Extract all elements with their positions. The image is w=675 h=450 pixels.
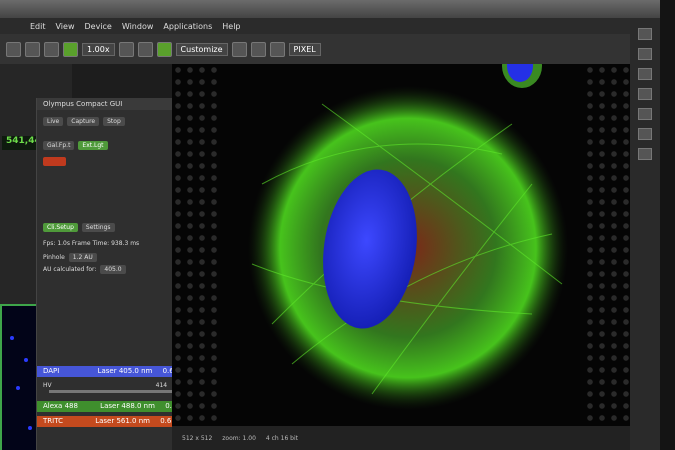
start-scan-button[interactable] — [43, 156, 67, 166]
pixel-button[interactable]: PIXEL — [288, 42, 321, 56]
clip-setup-button[interactable]: Cli.Setup — [43, 222, 78, 232]
customize-icon[interactable] — [156, 41, 172, 57]
channel-laser: Laser 561.0 nm — [95, 417, 150, 425]
acquire-icon[interactable] — [63, 41, 78, 57]
channel-name: DAPI — [43, 367, 60, 375]
channel-value: 0.6 — [160, 417, 172, 425]
refresh-icon[interactable] — [250, 41, 266, 57]
open-icon[interactable] — [6, 41, 21, 57]
hv-value: 414 — [155, 381, 168, 389]
scan-row: Gal.Fp.t Ext.Lgt — [43, 140, 108, 150]
right-toolbar — [630, 18, 660, 450]
tool-icon[interactable] — [638, 48, 652, 60]
channel-icon[interactable] — [137, 41, 153, 57]
capture-button[interactable]: Capture — [67, 116, 100, 126]
au-value[interactable]: 405.0 — [100, 264, 126, 274]
hv-row: HV 414 — [43, 380, 167, 390]
au-label: AU calculated for: — [43, 265, 97, 273]
image-viewer[interactable] — [172, 64, 634, 430]
tool-icon[interactable] — [638, 28, 652, 40]
menu-device[interactable]: Device — [84, 22, 111, 31]
nucleus-dot — [24, 358, 28, 362]
monitor-bezel-right — [660, 0, 675, 450]
zoom-select[interactable]: 1.00x — [82, 42, 115, 56]
customize-menu[interactable]: Customize — [175, 42, 228, 56]
lut-icon[interactable] — [118, 41, 134, 57]
channel-laser: Laser 405.0 nm — [97, 367, 153, 375]
stop-button[interactable]: Stop — [103, 116, 125, 126]
tool-icon[interactable] — [638, 68, 652, 80]
settings-button[interactable]: Settings — [81, 222, 115, 232]
setup-row: Cli.Setup Settings — [43, 222, 115, 232]
menu-view[interactable]: View — [56, 22, 75, 31]
start-row — [43, 156, 67, 166]
pinhole-label: Pinhole — [43, 253, 65, 261]
grid-pattern-left — [172, 64, 222, 430]
nucleus-dot — [10, 336, 14, 340]
image-size: 512 x 512 — [182, 434, 213, 442]
layout-icon[interactable] — [231, 41, 247, 57]
tool-icon[interactable] — [638, 148, 652, 160]
menu-applications[interactable]: Applications — [163, 22, 212, 31]
menu-edit[interactable]: Edit — [30, 22, 46, 31]
toolbar: 1.00x Customize PIXEL — [0, 34, 660, 64]
tool-icon[interactable] — [638, 108, 652, 120]
grid-icon[interactable] — [44, 41, 59, 57]
ext-light-button[interactable]: Ext.Lgt — [78, 140, 108, 150]
pinhole-value[interactable]: 1.2 AU — [68, 252, 97, 262]
frame-info: Fps: 1.0s Frame Time: 938.3 ms — [43, 239, 140, 247]
menu-bar: Edit View Device Window Applications Hel… — [0, 18, 660, 34]
nucleus-dot — [28, 426, 32, 430]
save-icon[interactable] — [25, 41, 40, 57]
status-bar: 512 x 512 zoom: 1.00 4 ch 16 bit — [172, 426, 642, 450]
channel-name: Alexa 488 — [43, 402, 78, 410]
cell-image — [248, 64, 568, 410]
image-info: 4 ch 16 bit — [265, 434, 299, 442]
channel-name: TRITC — [43, 417, 63, 425]
menu-help[interactable]: Help — [222, 22, 240, 31]
tool-icon[interactable] — [638, 88, 652, 100]
zoom-status: zoom: 1.00 — [222, 434, 256, 442]
hv-label: HV — [43, 381, 52, 389]
grid-pattern-right — [584, 64, 634, 430]
au-row: AU calculated for: 405.0 — [43, 264, 126, 274]
scan-mode-button[interactable]: Gal.Fp.t — [43, 140, 75, 150]
pinhole-row: Pinhole 1.2 AU — [43, 252, 97, 262]
tool-icon[interactable] — [638, 128, 652, 140]
channel-laser: Laser 488.0 nm — [100, 402, 155, 410]
nucleus-dot — [16, 386, 20, 390]
menu-window[interactable]: Window — [122, 22, 154, 31]
acquire-buttons: Live Capture Stop — [43, 116, 125, 126]
live-button[interactable]: Live — [43, 116, 64, 126]
color-icon[interactable] — [269, 41, 285, 57]
screen: Edit View Device Window Applications Hel… — [0, 18, 660, 450]
